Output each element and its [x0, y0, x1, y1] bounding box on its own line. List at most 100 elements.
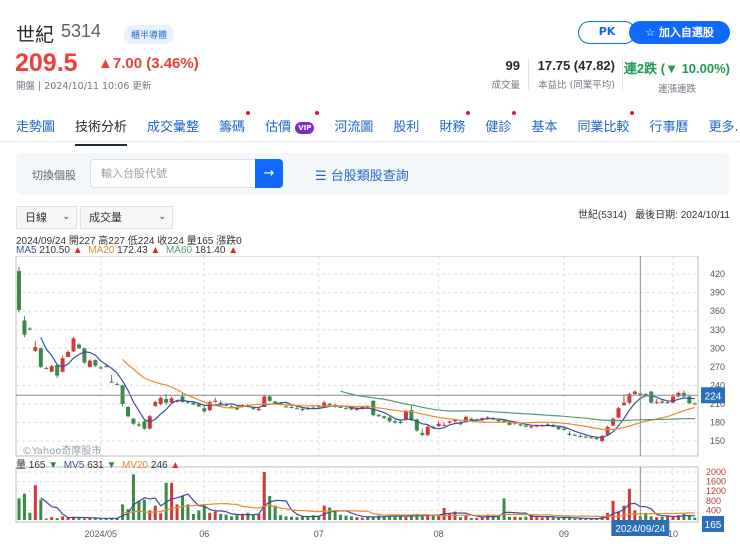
- period-select[interactable]: 日線 ⌄: [16, 206, 77, 229]
- candle: [649, 391, 654, 403]
- last-date-info: 世紀(5314) 最後日期: 2024/10/11: [577, 210, 730, 221]
- candle: [562, 428, 566, 430]
- candle: [202, 408, 207, 412]
- volume-bar: [33, 485, 37, 520]
- candlestick-chart[interactable]: 1501802102402703003303603904204008001200…: [0, 256, 740, 550]
- volume-bar: [502, 498, 506, 520]
- volume-bar: [655, 517, 659, 520]
- volume-bar: [339, 514, 343, 520]
- volume-bar: [399, 516, 402, 520]
- volume-bar: [284, 516, 288, 520]
- candle: [22, 320, 27, 335]
- crosshair-date-label: 2024/09/24: [615, 524, 665, 535]
- volume-bar: [551, 517, 555, 520]
- candle: [142, 421, 147, 429]
- candle: [284, 406, 289, 408]
- volume-bar: [693, 517, 697, 520]
- volume-bar: [611, 500, 615, 520]
- indicator-select[interactable]: 成交量 ⌄: [80, 206, 173, 229]
- volume-bar: [44, 518, 48, 520]
- candle: [300, 408, 305, 411]
- stat-label: 連漲連跌: [657, 84, 696, 95]
- volume-bar: [322, 505, 326, 520]
- candle: [27, 328, 32, 330]
- candle: [153, 402, 158, 406]
- volume-bar: [540, 517, 544, 520]
- candle: [376, 415, 381, 417]
- volume-bar: [300, 516, 304, 520]
- volume-bar: [153, 505, 157, 520]
- volume-bar: [279, 515, 283, 520]
- month-tick-label: 06: [199, 529, 209, 539]
- stat-value: 17.75 (47.82): [537, 58, 615, 73]
- volume-bar: [355, 517, 359, 520]
- candle: [327, 403, 332, 406]
- candle: [398, 421, 403, 424]
- month-tick-label: 08: [434, 529, 444, 539]
- volume-bar: [39, 499, 43, 520]
- stat-volume: 99 成交量: [491, 58, 520, 91]
- stat-label: 成交量: [491, 80, 520, 91]
- candle: [387, 417, 392, 422]
- chevron-down-icon: ⌄: [158, 212, 166, 222]
- month-tick-label: 07: [314, 529, 324, 539]
- candle: [338, 407, 343, 409]
- stat-pe: 17.75 (47.82) 本益比 (同業平均): [538, 58, 615, 91]
- volume-bar: [660, 516, 664, 520]
- volume-bar: [208, 512, 212, 520]
- star-icon: ☆: [645, 26, 659, 39]
- candle: [55, 364, 60, 376]
- candle: [289, 407, 294, 409]
- volume-bar: [82, 518, 86, 520]
- stock-search-input[interactable]: 輸入台股代號: [90, 159, 256, 188]
- candle: [447, 421, 452, 423]
- volume-bar: [404, 517, 408, 520]
- current-price: 209.5: [15, 49, 78, 77]
- sector-badge[interactable]: 櫃半導體: [124, 25, 175, 44]
- price-tick-label: 180: [710, 417, 725, 427]
- volume-bar: [349, 516, 353, 520]
- volume-bar: [186, 504, 190, 520]
- candle: [115, 384, 120, 386]
- search-go-button[interactable]: →: [255, 159, 283, 188]
- candle: [49, 366, 54, 372]
- add-watchlist-button[interactable]: ☆ 加入自選股: [629, 21, 730, 44]
- volume-bar: [246, 512, 250, 520]
- candle: [621, 402, 626, 406]
- candle: [76, 344, 81, 349]
- candle: [191, 402, 196, 405]
- candle: [496, 419, 501, 422]
- volume-bar: [431, 515, 435, 520]
- volume-bar: [262, 472, 266, 520]
- price-change: ▲7.00 (3.46%): [98, 55, 199, 72]
- volume-bar: [573, 518, 577, 520]
- candle: [213, 400, 218, 402]
- divider: [528, 58, 529, 90]
- volume-bar: [219, 514, 223, 520]
- pk-button[interactable]: PK: [578, 21, 636, 44]
- volume-bar: [508, 516, 511, 520]
- stat-value: 99: [505, 58, 520, 73]
- candle: [660, 401, 665, 403]
- candle: [256, 408, 261, 411]
- volume-bar: [142, 499, 146, 520]
- price-tick-label: 270: [710, 362, 725, 372]
- volume-bar: [224, 514, 228, 520]
- candle: [294, 408, 299, 410]
- volume-bar: [518, 517, 522, 520]
- volume-bar: [633, 510, 637, 520]
- candle: [676, 392, 681, 397]
- candle: [126, 407, 130, 417]
- volume-bar: [491, 515, 495, 520]
- volume-bar: [22, 493, 26, 520]
- category-query-link[interactable]: ☰ 台股類股查詢: [315, 165, 409, 184]
- price-tick-label: 150: [710, 436, 725, 446]
- volume-bar: [458, 517, 462, 520]
- volume-bar: [235, 515, 239, 520]
- watermark: ©Yahoo奇摩股市: [22, 446, 102, 457]
- volume-bar: [290, 516, 293, 520]
- month-tick-label: 2024/05: [84, 529, 117, 539]
- candle: [594, 437, 599, 440]
- volume-bar: [562, 517, 566, 520]
- ma-legend: MA5 210.50 ▲ MA20 172.43 ▲ MA60 181.40 ▲: [16, 245, 239, 256]
